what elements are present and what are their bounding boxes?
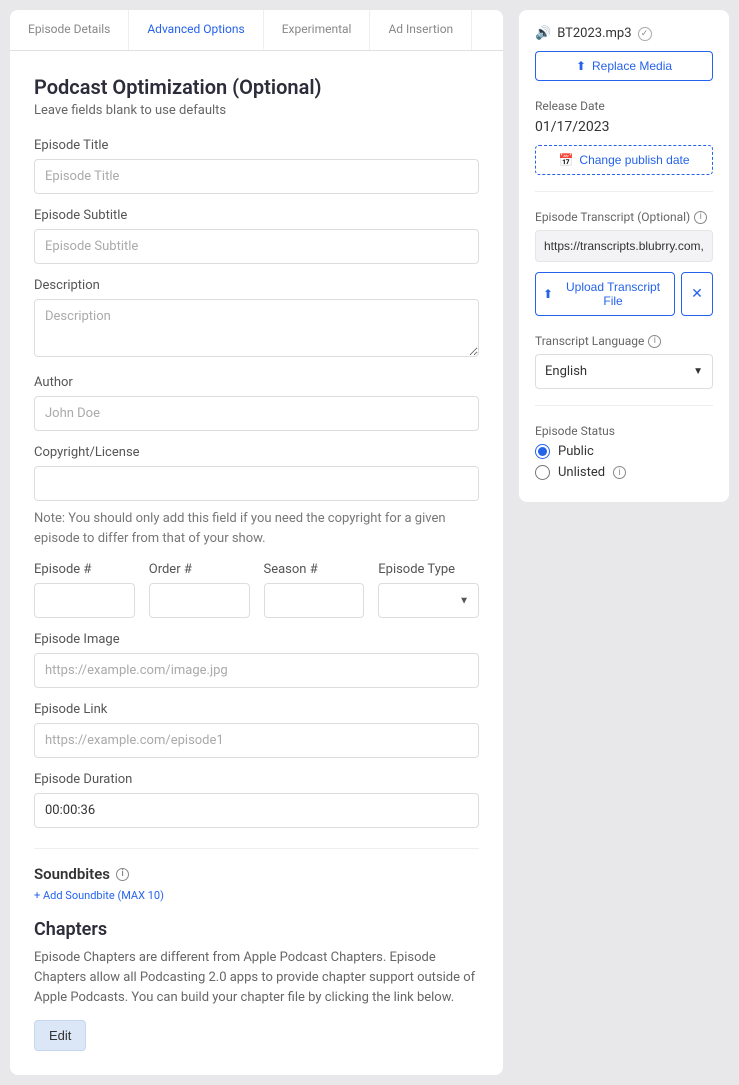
status-unlisted-radio[interactable] [535,465,550,480]
episode-image-input[interactable] [34,653,479,688]
add-soundbite-link[interactable]: + Add Soundbite (MAX 10) [34,889,164,902]
season-num-label: Season # [264,562,365,577]
tab-advanced-options[interactable]: Advanced Options [129,10,263,50]
status-unlisted-label: Unlisted [558,465,605,480]
media-filename: BT2023.mp3 [557,26,631,41]
episode-title-input[interactable] [34,159,479,194]
status-unlisted-row[interactable]: Unlisted i [535,465,713,480]
transcript-url-input[interactable] [535,230,713,262]
episode-duration-input[interactable] [34,793,479,828]
description-label: Description [34,278,479,293]
info-icon[interactable]: i [648,335,661,348]
upload-icon: ⬆ [576,59,586,73]
change-publish-label: Change publish date [579,153,689,167]
change-publish-date-button[interactable]: 📅 Change publish date [535,145,713,175]
chevron-down-icon: ▼ [693,366,703,377]
episode-duration-label: Episode Duration [34,772,479,787]
description-textarea[interactable] [34,299,479,357]
page-title: Podcast Optimization (Optional) [34,75,479,99]
episode-link-input[interactable] [34,723,479,758]
transcript-tool-button[interactable]: ✕ [681,272,713,316]
tool-icon: ✕ [691,286,703,302]
divider [535,191,713,192]
tab-episode-details[interactable]: Episode Details [10,10,129,50]
episode-image-label: Episode Image [34,632,479,647]
episode-num-input[interactable] [34,583,135,618]
speaker-icon: 🔊 [535,26,551,41]
calendar-icon: 📅 [558,153,573,167]
divider [535,405,713,406]
language-value: English [545,364,587,379]
language-select[interactable]: English ▼ [535,354,713,389]
upload-transcript-button[interactable]: ⬆ Upload Transcript File [535,272,675,316]
tab-experimental[interactable]: Experimental [264,10,371,50]
soundbites-heading: Soundbites [34,865,110,883]
release-date-label: Release Date [535,99,713,113]
episode-subtitle-input[interactable] [34,229,479,264]
status-public-radio[interactable] [535,444,550,459]
upload-transcript-label: Upload Transcript File [559,280,667,308]
chapters-heading: Chapters [34,919,479,940]
chapters-description: Episode Chapters are different from Appl… [34,948,479,1008]
tabs-bar: Episode Details Advanced Options Experim… [10,10,503,51]
episode-type-label: Episode Type [378,562,479,577]
info-icon[interactable]: i [694,211,707,224]
season-num-input[interactable] [264,583,365,618]
verified-icon: ✓ [638,27,652,41]
edit-chapters-button[interactable]: Edit [34,1020,86,1051]
episode-title-label: Episode Title [34,138,479,153]
episode-link-label: Episode Link [34,702,479,717]
copyright-note: Note: You should only add this field if … [34,509,479,548]
upload-icon: ⬆ [543,287,553,301]
episode-subtitle-label: Episode Subtitle [34,208,479,223]
order-num-label: Order # [149,562,250,577]
author-input[interactable] [34,396,479,431]
order-num-input[interactable] [149,583,250,618]
copyright-label: Copyright/License [34,445,479,460]
transcript-label: Episode Transcript (Optional) [535,210,690,224]
info-icon[interactable]: i [116,868,129,881]
episode-type-select[interactable] [378,583,479,618]
divider [34,848,479,849]
page-subtitle: Leave fields blank to use defaults [34,103,479,118]
copyright-input[interactable] [34,466,479,501]
replace-media-label: Replace Media [592,59,672,73]
info-icon[interactable]: i [613,466,626,479]
status-public-label: Public [558,444,594,459]
status-public-row[interactable]: Public [535,444,713,459]
status-label: Episode Status [535,424,713,438]
language-label: Transcript Language [535,334,644,348]
release-date-value: 01/17/2023 [535,119,713,135]
author-label: Author [34,375,479,390]
replace-media-button[interactable]: ⬆ Replace Media [535,51,713,81]
episode-num-label: Episode # [34,562,135,577]
tab-ad-insertion[interactable]: Ad Insertion [370,10,472,50]
